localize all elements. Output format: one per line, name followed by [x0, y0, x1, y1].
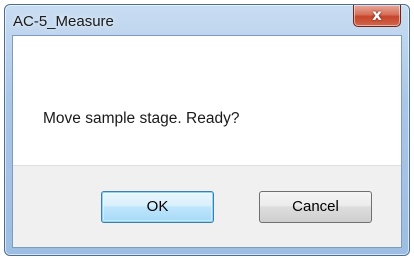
title-bar[interactable]: AC-5_Measure x: [5, 5, 409, 33]
window-title: AC-5_Measure: [13, 13, 114, 30]
button-area: OK Cancel: [13, 165, 401, 247]
close-button[interactable]: x: [353, 5, 401, 27]
dialog-message: Move sample stage. Ready?: [43, 110, 240, 127]
cancel-button[interactable]: Cancel: [259, 191, 372, 223]
ok-button[interactable]: OK: [101, 191, 214, 223]
message-dialog: AC-5_Measure x Move sample stage. Ready?…: [4, 4, 410, 256]
close-icon: x: [372, 6, 382, 24]
dialog-content: Move sample stage. Ready? OK Cancel: [12, 35, 402, 248]
